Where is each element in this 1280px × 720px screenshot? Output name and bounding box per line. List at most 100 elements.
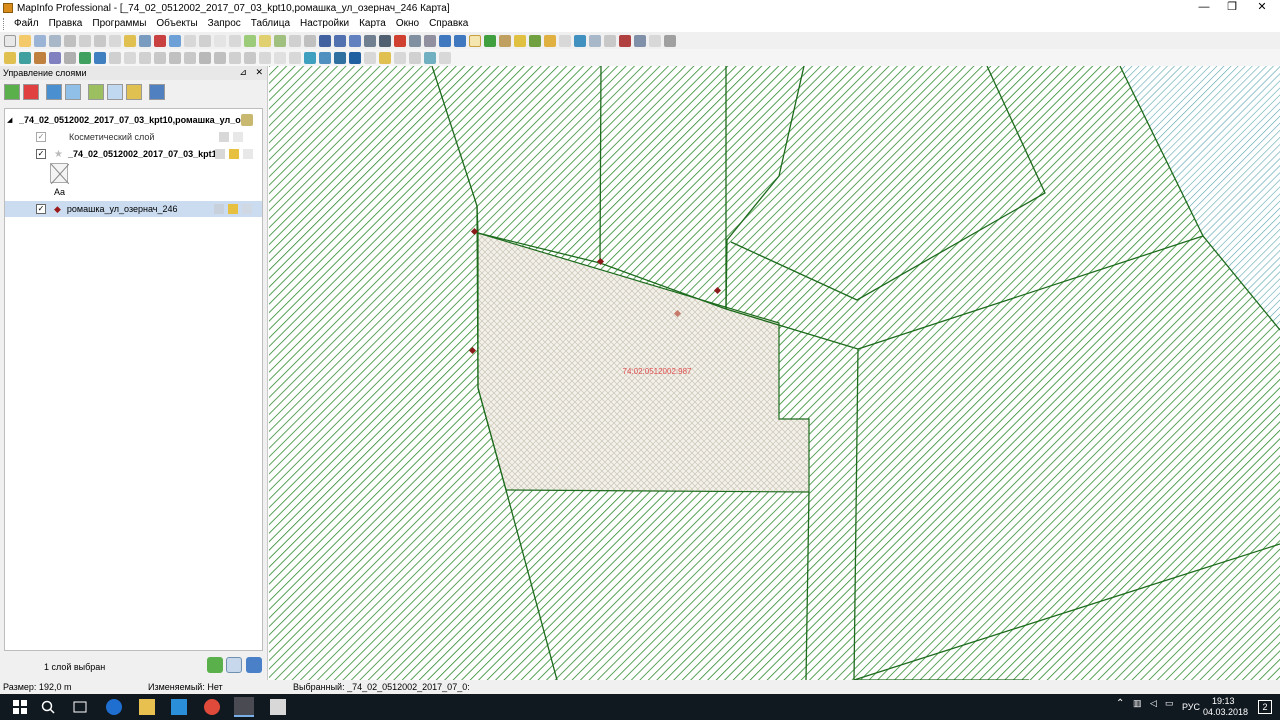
panel-help-button[interactable] bbox=[246, 657, 262, 673]
kpt10-selectable-icon[interactable] bbox=[242, 149, 253, 159]
smooth-icon[interactable] bbox=[364, 51, 376, 64]
menu-window[interactable]: Окно bbox=[391, 16, 424, 32]
browser-icon[interactable] bbox=[139, 34, 151, 47]
calculator-icon[interactable] bbox=[270, 699, 286, 715]
open-workspace-icon[interactable] bbox=[34, 34, 46, 47]
save-copy-icon[interactable] bbox=[64, 34, 76, 47]
selectable-icon[interactable] bbox=[233, 132, 243, 142]
layout-design-icon[interactable] bbox=[619, 34, 631, 47]
map-properties-icon[interactable] bbox=[241, 114, 253, 126]
convert-icon[interactable] bbox=[379, 51, 391, 64]
store-icon[interactable] bbox=[171, 699, 187, 715]
layout-icon[interactable] bbox=[154, 34, 166, 47]
romashka-label-icon[interactable] bbox=[227, 204, 238, 214]
radius-select-icon[interactable] bbox=[349, 34, 361, 47]
map-view[interactable]: 74:02:0512002:987 bbox=[269, 66, 1280, 680]
layer-properties-icon[interactable] bbox=[88, 84, 104, 100]
cosmetic-visibility-checkbox[interactable]: ✓ bbox=[36, 132, 46, 142]
polygon-icon[interactable] bbox=[64, 51, 76, 64]
redo-icon[interactable] bbox=[214, 34, 226, 47]
polyline-icon[interactable] bbox=[34, 51, 46, 64]
apply-button[interactable] bbox=[207, 657, 223, 673]
label-properties-icon[interactable] bbox=[126, 84, 142, 100]
frame-icon[interactable] bbox=[124, 51, 136, 64]
editable-icon[interactable] bbox=[219, 132, 229, 142]
region-icon[interactable] bbox=[304, 34, 316, 47]
overlay-nodes-icon[interactable] bbox=[334, 51, 346, 64]
pan-icon[interactable] bbox=[484, 34, 496, 47]
boundary-select-icon[interactable] bbox=[379, 34, 391, 47]
erase-icon[interactable] bbox=[304, 51, 316, 64]
layer-row-romashka[interactable]: ✓ ◆ ромашка_ул_озернач_246 bbox=[5, 201, 262, 217]
menu-table[interactable]: Таблица bbox=[246, 16, 295, 32]
legend-icon[interactable] bbox=[259, 34, 271, 47]
theme-icon[interactable] bbox=[149, 84, 165, 100]
disaggregate-icon[interactable] bbox=[439, 51, 451, 64]
region-style-icon[interactable] bbox=[184, 51, 196, 64]
clean-icon[interactable] bbox=[424, 51, 436, 64]
marquee-select-icon[interactable] bbox=[334, 34, 346, 47]
menu-objects[interactable]: Объекты bbox=[151, 16, 202, 32]
display-properties-icon[interactable] bbox=[107, 84, 123, 100]
kpt10-editable-icon[interactable] bbox=[214, 149, 225, 159]
undo-icon[interactable] bbox=[79, 34, 91, 47]
clock-date[interactable]: 04.03.2018 bbox=[1203, 707, 1248, 717]
autotrace-icon[interactable] bbox=[259, 51, 271, 64]
label-style-swatch[interactable]: Aa bbox=[54, 187, 65, 197]
move-up-icon[interactable] bbox=[46, 84, 62, 100]
split-icon[interactable] bbox=[289, 51, 301, 64]
copy-icon[interactable] bbox=[184, 34, 196, 47]
check-regions-icon[interactable] bbox=[409, 51, 421, 64]
pin-icon[interactable]: ⊿ bbox=[239, 67, 247, 77]
save-icon[interactable] bbox=[49, 34, 61, 47]
kpt10-visibility-checkbox[interactable]: ✓ bbox=[36, 149, 46, 159]
network-icon[interactable]: ▥ bbox=[1133, 698, 1142, 709]
graph-select-icon[interactable] bbox=[424, 34, 436, 47]
symbol-icon[interactable] bbox=[4, 51, 16, 64]
show-statistics-icon[interactable] bbox=[559, 34, 571, 47]
help-icon[interactable] bbox=[664, 34, 676, 47]
kpt10-label-icon[interactable] bbox=[228, 149, 239, 159]
file-explorer-icon[interactable] bbox=[139, 699, 155, 715]
panel-close-icon[interactable]: ✕ bbox=[255, 67, 263, 77]
zoom-in-icon[interactable] bbox=[439, 34, 451, 47]
add-layer-icon[interactable] bbox=[4, 84, 20, 100]
menu-settings[interactable]: Настройки bbox=[295, 16, 354, 32]
mapinfo-taskbar-icon[interactable] bbox=[234, 697, 254, 717]
polygon-select-icon[interactable] bbox=[364, 34, 376, 47]
edge-browser-icon[interactable] bbox=[106, 699, 122, 715]
search-icon[interactable] bbox=[40, 699, 56, 715]
romashka-editable-icon[interactable] bbox=[213, 204, 224, 214]
text-style-icon[interactable] bbox=[214, 51, 226, 64]
close-button[interactable]: ✕ bbox=[1244, 0, 1280, 16]
layer-row-kpt10[interactable]: ✓ ★ _74_02_0512002_2017_07_03_kpt10 bbox=[5, 146, 262, 162]
buffer-icon[interactable] bbox=[349, 51, 361, 64]
menu-map[interactable]: Карта bbox=[354, 16, 391, 32]
new-map-icon[interactable] bbox=[244, 34, 256, 47]
invert-select-icon[interactable] bbox=[409, 34, 421, 47]
symbol-style-icon[interactable] bbox=[199, 51, 211, 64]
cut-icon[interactable] bbox=[109, 34, 121, 47]
volume-icon[interactable]: ◁ bbox=[1150, 698, 1157, 709]
snap-icon[interactable] bbox=[244, 51, 256, 64]
romashka-selectable-icon[interactable] bbox=[241, 204, 252, 214]
text-icon[interactable] bbox=[109, 51, 121, 64]
windows-start-icon[interactable] bbox=[12, 699, 28, 715]
romashka-visibility-checkbox[interactable]: ✓ bbox=[36, 204, 46, 214]
paste-icon[interactable] bbox=[124, 34, 136, 47]
chrome-icon[interactable] bbox=[204, 699, 220, 715]
enclose-icon[interactable] bbox=[394, 51, 406, 64]
ruler-icon[interactable] bbox=[544, 34, 556, 47]
set-clip-icon[interactable] bbox=[589, 34, 601, 47]
menu-query[interactable]: Запрос bbox=[203, 16, 246, 32]
line-style-icon[interactable] bbox=[169, 51, 181, 64]
layer-control-icon[interactable] bbox=[529, 34, 541, 47]
table-icon[interactable] bbox=[229, 34, 241, 47]
open-icon[interactable] bbox=[19, 34, 31, 47]
grabber-icon[interactable] bbox=[469, 34, 481, 47]
cosmetic-layer-row[interactable]: ✓ Косметический слой bbox=[5, 129, 262, 145]
reshape-icon[interactable] bbox=[139, 51, 151, 64]
tray-expand-icon[interactable]: ⌃ bbox=[1116, 698, 1124, 709]
rounded-rect-icon[interactable] bbox=[229, 51, 241, 64]
move-down-icon[interactable] bbox=[65, 84, 81, 100]
